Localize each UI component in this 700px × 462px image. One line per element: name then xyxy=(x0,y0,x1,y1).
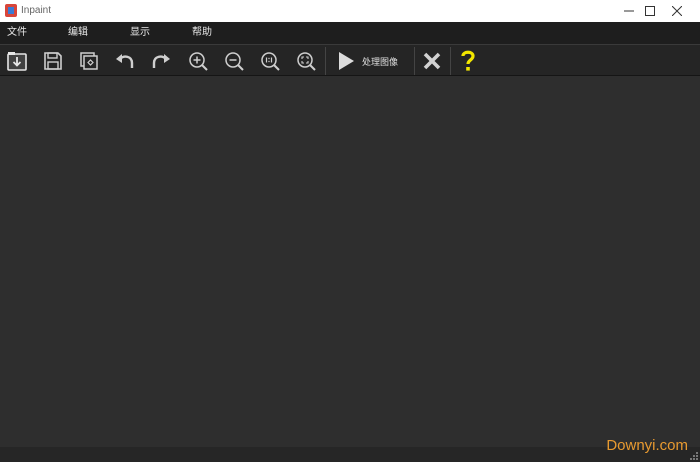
zoom-1to1-icon xyxy=(261,52,280,71)
zoom-out-button[interactable] xyxy=(222,49,246,73)
zoom-out-icon xyxy=(225,52,244,71)
close-icon xyxy=(672,6,682,16)
open-image-button[interactable] xyxy=(5,49,29,73)
toolbar-separator xyxy=(414,47,415,75)
process-image-button[interactable]: 处理图像 xyxy=(327,47,413,75)
zoom-in-icon xyxy=(189,52,208,71)
menu-edit[interactable]: 编辑 xyxy=(68,22,88,44)
help-icon xyxy=(461,50,475,71)
undo-icon xyxy=(116,54,134,68)
close-button[interactable] xyxy=(654,0,700,22)
cancel-button[interactable] xyxy=(420,49,444,73)
toolbar-separator xyxy=(450,47,451,75)
cancel-icon xyxy=(423,52,441,70)
zoom-fit-button[interactable] xyxy=(294,49,318,73)
save-as-button[interactable] xyxy=(77,49,101,73)
zoom-in-button[interactable] xyxy=(186,49,210,73)
toolbar-separator xyxy=(325,47,326,75)
save-icon xyxy=(44,52,62,70)
help-button[interactable] xyxy=(456,49,480,73)
save-as-icon xyxy=(80,52,98,70)
title-bar: Inpaint xyxy=(0,0,700,22)
watermark-text: Downyi.com xyxy=(606,437,688,454)
resize-grip-icon[interactable] xyxy=(690,452,698,460)
zoom-fit-icon xyxy=(297,52,316,71)
save-image-button[interactable] xyxy=(41,49,65,73)
zoom-actual-button[interactable] xyxy=(258,49,282,73)
image-workspace[interactable] xyxy=(0,76,700,447)
menu-file[interactable]: 文件 xyxy=(7,22,27,44)
open-icon xyxy=(7,52,27,71)
redo-icon xyxy=(152,54,170,68)
menu-bar: 文件 编辑 显示 帮助 xyxy=(0,22,700,44)
redo-button[interactable] xyxy=(149,49,173,73)
menu-help[interactable]: 帮助 xyxy=(192,22,212,44)
window-title: Inpaint xyxy=(21,5,52,16)
process-image-label: 处理图像 xyxy=(362,57,399,68)
play-icon xyxy=(339,52,354,70)
status-bar xyxy=(0,447,700,462)
undo-button[interactable] xyxy=(113,49,137,73)
toolbar: 处理图像 xyxy=(0,44,700,76)
menu-view[interactable]: 显示 xyxy=(130,22,150,44)
app-icon xyxy=(5,4,17,17)
